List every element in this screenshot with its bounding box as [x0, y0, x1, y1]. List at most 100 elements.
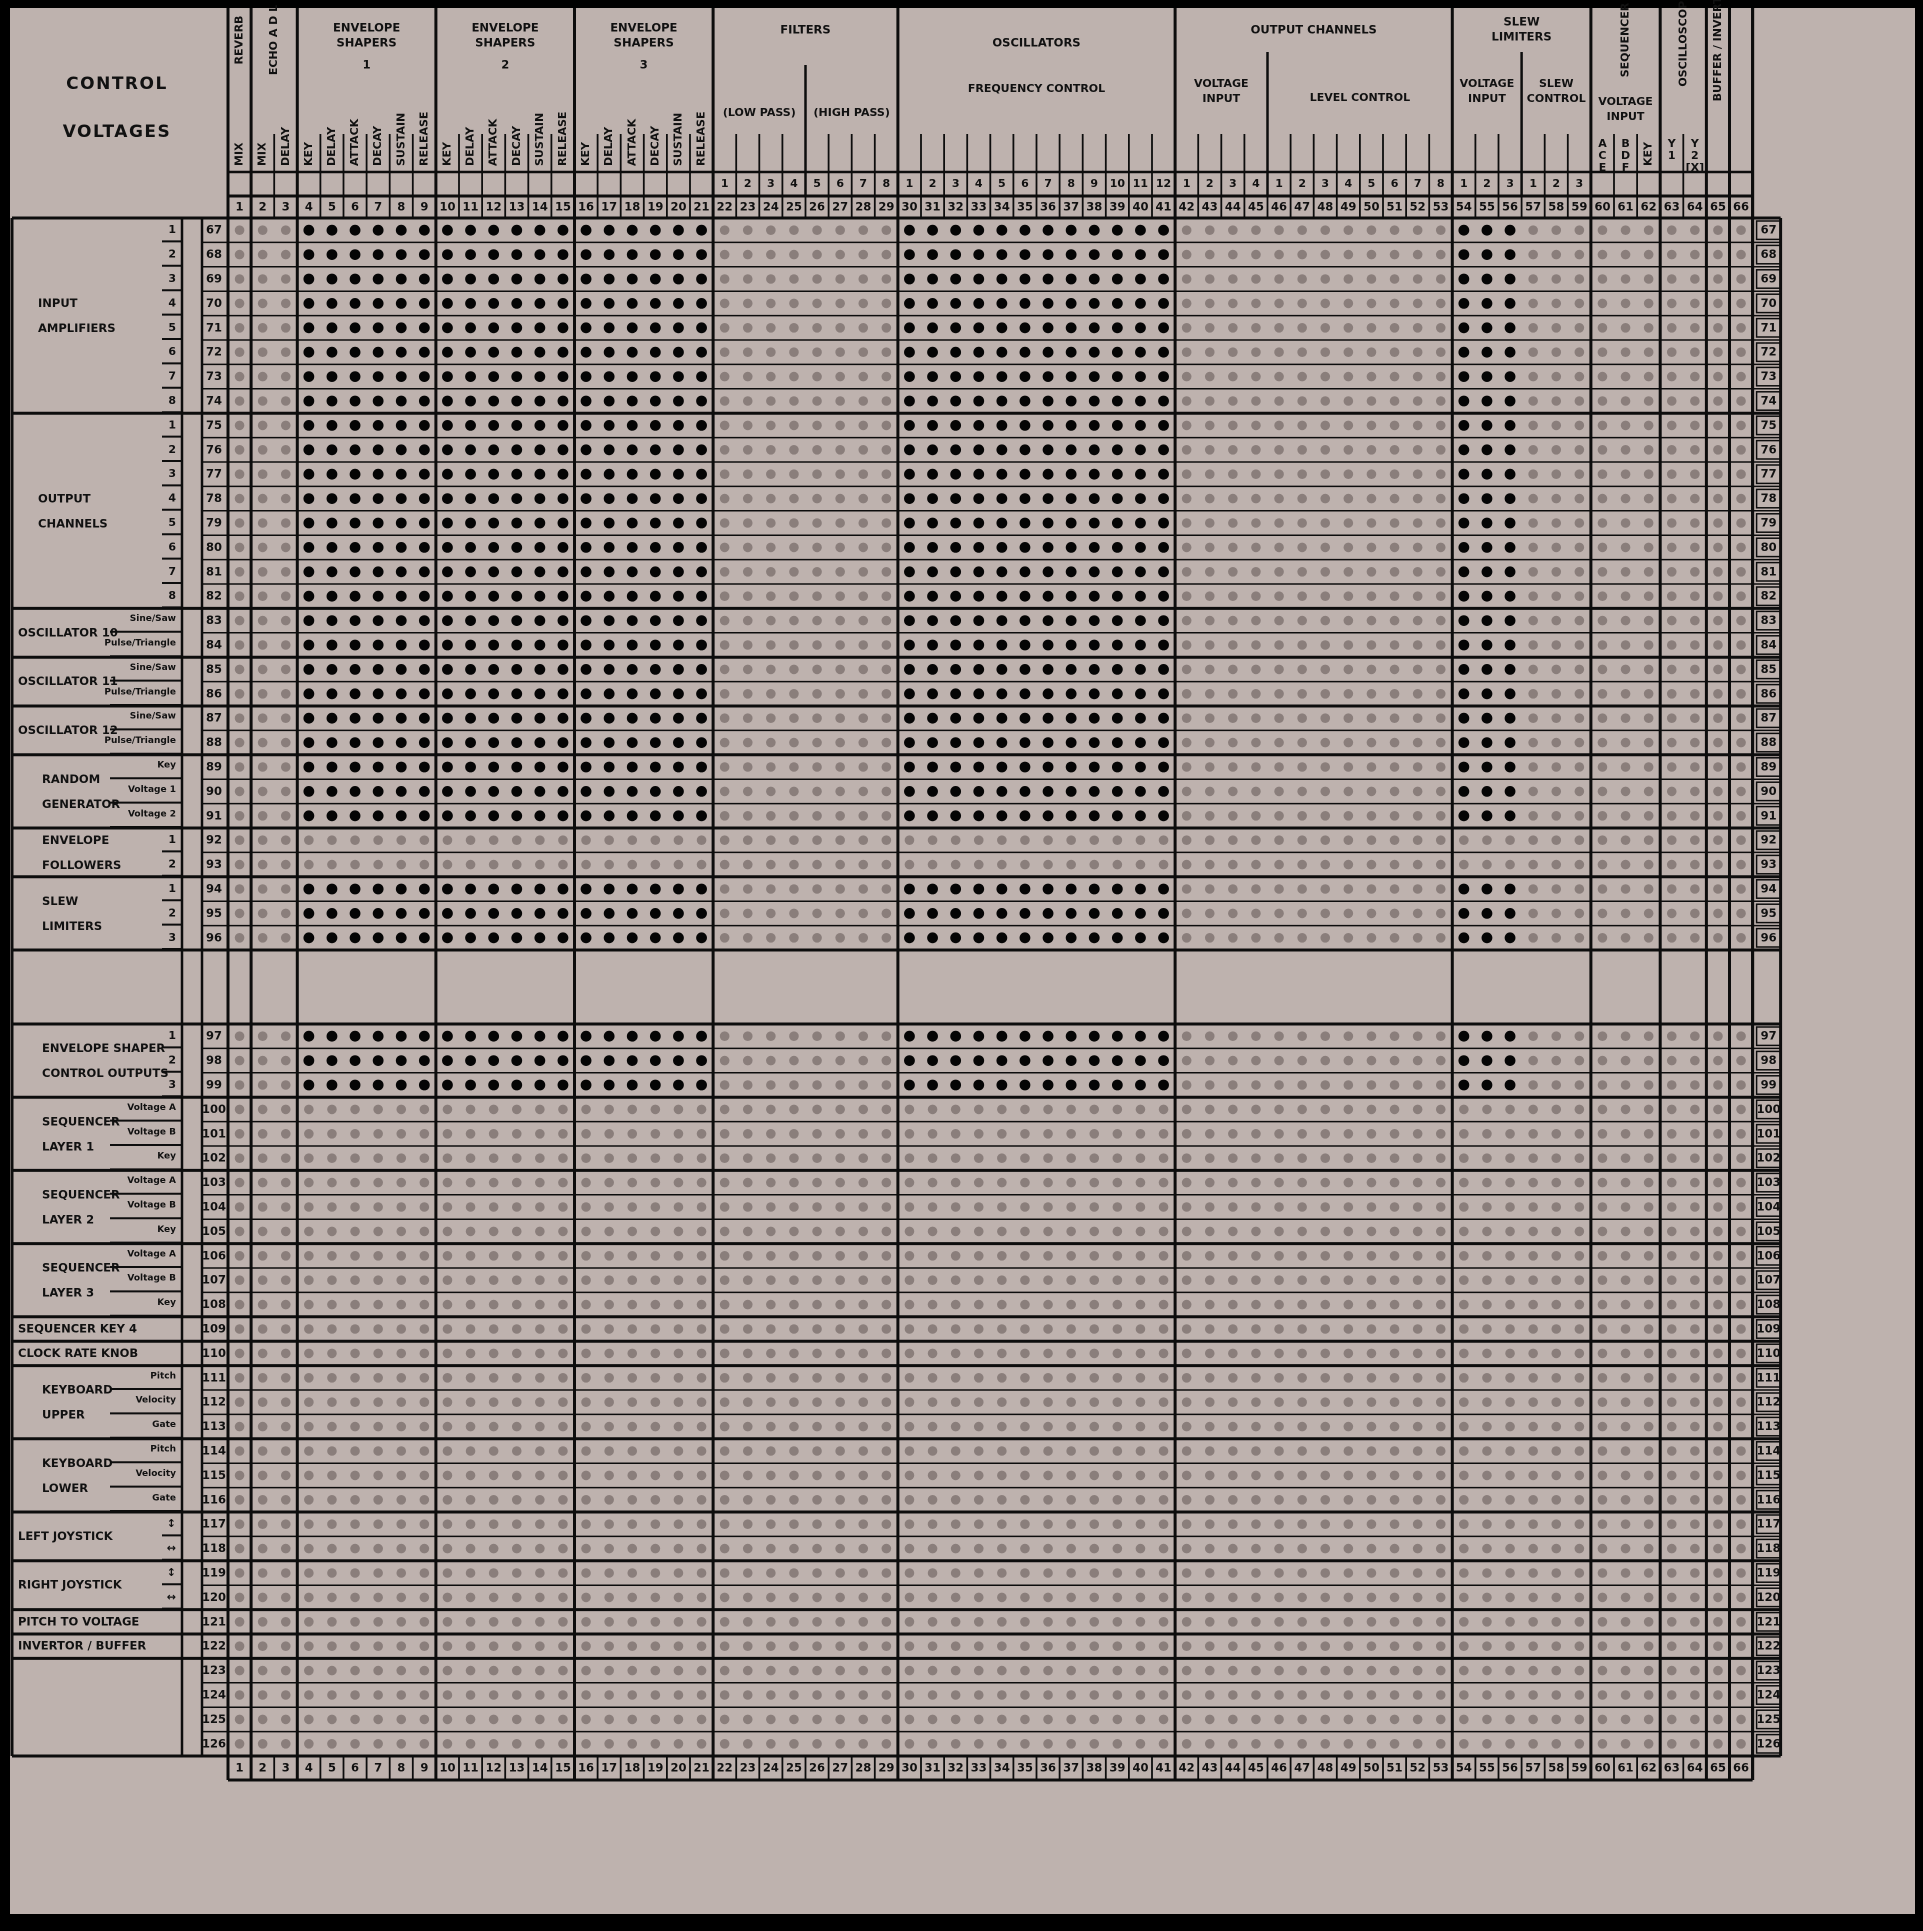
pin-inactive [927, 1104, 938, 1115]
pin-inactive [1389, 567, 1400, 577]
pin-inactive [742, 1665, 753, 1676]
column-number: 39 [1109, 200, 1125, 214]
pin-inactive [1251, 713, 1261, 723]
pin-inactive [1412, 664, 1423, 675]
pin-active [580, 224, 592, 236]
pin-inactive [835, 396, 845, 406]
pin-inactive [1343, 1324, 1354, 1334]
pin-inactive [1551, 420, 1562, 431]
pin-active [372, 273, 384, 285]
pin-inactive [1228, 1641, 1238, 1651]
row-sublabel: Pulse/Triangle [104, 736, 176, 746]
pin-inactive [1343, 1226, 1354, 1237]
pin-inactive [950, 1373, 961, 1383]
pin-inactive [1043, 1104, 1053, 1115]
column-label: SUSTAIN [671, 113, 684, 166]
pin-inactive [719, 859, 730, 870]
pin-active [395, 1055, 407, 1066]
pin-inactive [742, 1617, 753, 1627]
pin-inactive [488, 1641, 499, 1651]
pin-inactive [1551, 225, 1562, 235]
pin-inactive [234, 615, 245, 626]
pin-active [696, 908, 707, 919]
pin-active [1019, 249, 1031, 260]
pin-inactive [257, 1641, 268, 1651]
pin-active [1042, 664, 1054, 675]
pin-inactive [1181, 786, 1192, 797]
pin-inactive [1066, 1299, 1076, 1310]
pin-active [372, 737, 384, 748]
pin-inactive [1690, 591, 1700, 601]
pin-inactive [1713, 1348, 1723, 1359]
pin-active [511, 688, 523, 700]
pin-inactive [419, 1177, 430, 1188]
pin-inactive [234, 1348, 245, 1359]
pin-inactive [396, 835, 407, 845]
pin-active [1135, 932, 1146, 944]
pin-inactive [1620, 1055, 1631, 1066]
pin-active [465, 1079, 476, 1091]
pin-inactive [1690, 664, 1700, 675]
pin-inactive [673, 1446, 684, 1456]
pin-inactive [1043, 1495, 1053, 1505]
pin-active [395, 322, 407, 334]
column-number: 60 [1594, 200, 1610, 214]
pin-inactive [1366, 884, 1377, 894]
pin-inactive [1181, 664, 1192, 675]
pin-inactive [1713, 811, 1723, 821]
pin-inactive [1551, 371, 1562, 382]
pin-inactive [1551, 298, 1562, 309]
pin-inactive [1204, 1592, 1215, 1603]
pin-active [418, 1079, 430, 1091]
pin-inactive [835, 323, 845, 333]
pin-active [488, 688, 500, 700]
pin-inactive [419, 1592, 430, 1603]
pin-inactive [766, 1275, 776, 1285]
pin-inactive [789, 859, 799, 870]
pin-inactive [327, 859, 337, 870]
pin-inactive [234, 1299, 245, 1310]
pin-inactive [835, 1739, 845, 1749]
pin-inactive [1551, 396, 1562, 406]
pin-inactive [304, 1665, 314, 1676]
pin-active [326, 908, 338, 919]
pin-inactive [1643, 1421, 1654, 1432]
pin-inactive [1343, 908, 1354, 919]
pin-active [927, 517, 938, 529]
pin-inactive [812, 1299, 822, 1310]
vertical-group-label: ECHO A D L [267, 5, 280, 75]
pin-active [626, 371, 638, 382]
pin-inactive [1574, 884, 1585, 894]
pin-inactive [280, 1080, 291, 1090]
pin-inactive [257, 1129, 268, 1139]
pin-inactive [396, 1153, 407, 1163]
pin-inactive [1551, 591, 1562, 601]
pin-inactive [1020, 1275, 1030, 1285]
pin-inactive [1412, 1592, 1423, 1603]
pin-inactive [835, 1397, 845, 1407]
pin-active [626, 273, 638, 285]
pin-active [1042, 1055, 1054, 1066]
pin-inactive [1043, 1348, 1053, 1359]
pin-inactive [696, 1543, 707, 1554]
pin-active [1042, 273, 1054, 285]
pin-inactive [1297, 274, 1307, 284]
pin-inactive [581, 1470, 591, 1481]
pin-active [465, 688, 476, 700]
pin-inactive [812, 1348, 822, 1359]
pin-active [1019, 493, 1031, 504]
row-number: 91 [206, 808, 222, 822]
pin-inactive [419, 1617, 430, 1627]
pin-inactive [1089, 859, 1100, 870]
pin-inactive [1643, 908, 1654, 919]
pin-inactive [1412, 762, 1423, 772]
pin-active [303, 493, 315, 504]
pin-inactive [465, 1177, 476, 1188]
pin-inactive [1528, 274, 1538, 284]
pin-inactive [1574, 1495, 1585, 1505]
pin-inactive [1366, 1641, 1377, 1651]
pin-inactive [766, 396, 776, 406]
pin-inactive [812, 1617, 822, 1627]
pin-inactive [881, 225, 892, 235]
pin-inactive [1389, 1495, 1400, 1505]
